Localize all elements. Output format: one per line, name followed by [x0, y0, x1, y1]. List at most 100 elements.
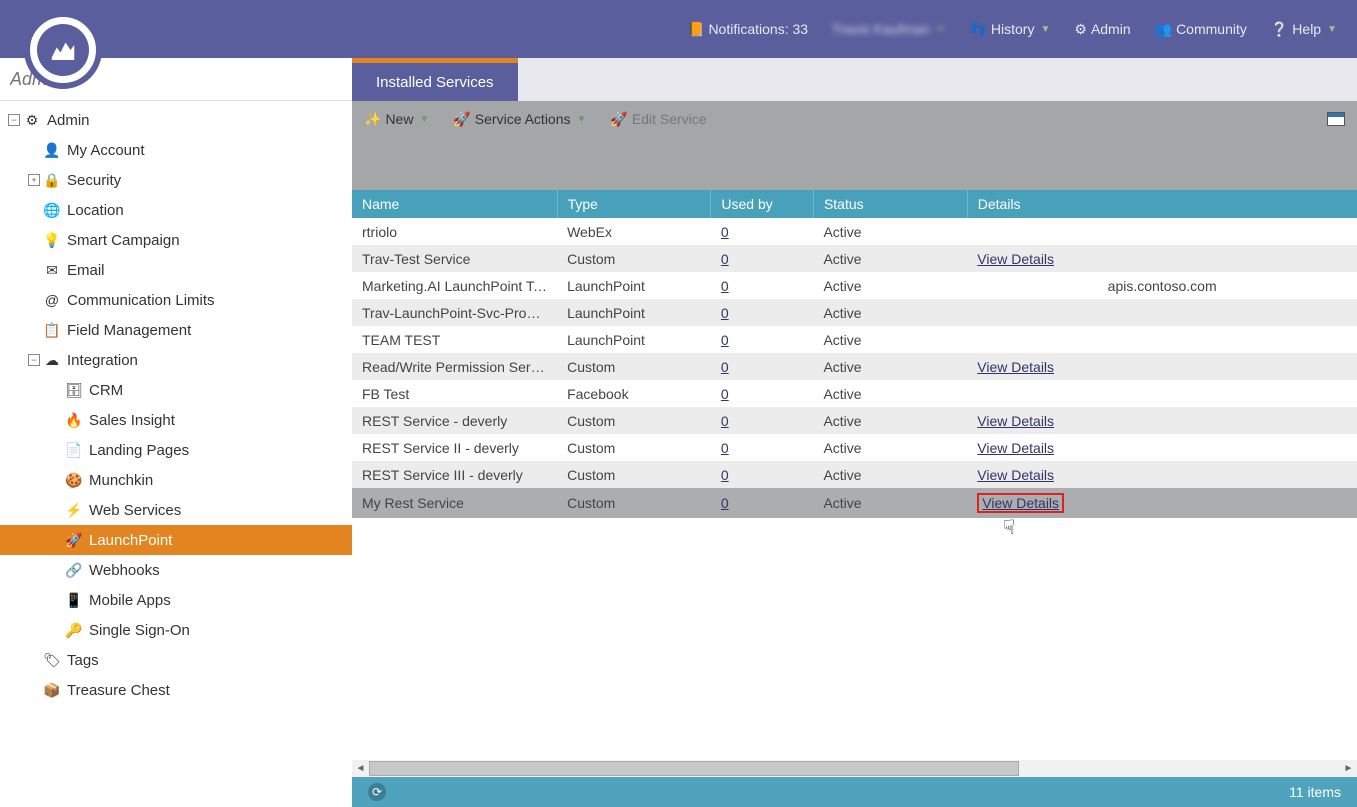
table-row[interactable]: REST Service III - deverlyCustom0ActiveV… — [352, 461, 1357, 488]
tree-item-mobile-apps[interactable]: 📱Mobile Apps — [0, 585, 352, 615]
view-details-link[interactable]: View Details — [977, 359, 1054, 375]
name-cell: FB Test — [352, 380, 557, 407]
service-actions-button[interactable]: 🚀Service Actions▼ — [453, 111, 586, 128]
toggle-placeholder — [28, 684, 40, 696]
used-by-link[interactable]: 0 — [721, 332, 729, 348]
tree-label: Munchkin — [89, 472, 352, 489]
view-details-link[interactable]: View Details — [977, 251, 1054, 267]
details-cell: apis.contoso.com — [967, 272, 1357, 299]
view-details-link[interactable]: View Details — [977, 440, 1054, 456]
tree-item-sales-insight[interactable]: 🔥Sales Insight — [0, 405, 352, 435]
community-link[interactable]: 👥Community — [1155, 21, 1247, 38]
tree-item-email[interactable]: ✉Email — [0, 255, 352, 285]
table-row[interactable]: Marketing.AI LaunchPoint Te…LaunchPoint0… — [352, 272, 1357, 299]
window-toggle-button[interactable] — [1327, 112, 1345, 126]
collapse-icon[interactable]: − — [28, 354, 40, 366]
used-by-link[interactable]: 0 — [721, 413, 729, 429]
tree-item-tags[interactable]: 🏷Tags — [0, 645, 352, 675]
table-row[interactable]: REST Service - deverlyCustom0ActiveView … — [352, 407, 1357, 434]
toggle-placeholder — [28, 264, 40, 276]
scroll-left-icon[interactable]: ◄ — [352, 760, 369, 777]
used-by-link[interactable]: 0 — [721, 440, 729, 456]
chevron-down-icon: ▼ — [577, 114, 587, 125]
used-by-link[interactable]: 0 — [721, 495, 729, 511]
view-details-link[interactable]: View Details — [982, 495, 1059, 511]
status-cell: Active — [813, 488, 967, 518]
details-cell: View Details — [967, 461, 1357, 488]
details-cell — [967, 299, 1357, 326]
tree-item-launchpoint[interactable]: 🚀LaunchPoint — [0, 525, 352, 555]
used-by-link[interactable]: 0 — [721, 467, 729, 483]
collapse-icon[interactable]: − — [8, 114, 20, 126]
edit-service-button: 🚀Edit Service — [610, 111, 706, 128]
col-header-status[interactable]: Status — [813, 190, 967, 218]
status-cell: Active — [813, 245, 967, 272]
admin-link[interactable]: ⚙Admin — [1074, 21, 1130, 38]
used-by-link[interactable]: 0 — [721, 278, 729, 294]
sales-insight-icon: 🔥 — [65, 412, 83, 429]
help-menu[interactable]: ❔Help▼ — [1271, 21, 1337, 38]
tree-item-admin[interactable]: −⚙Admin — [0, 105, 352, 135]
view-details-link[interactable]: View Details — [977, 467, 1054, 483]
status-cell: Active — [813, 380, 967, 407]
table-row[interactable]: Trav-Test ServiceCustom0ActiveView Detai… — [352, 245, 1357, 272]
used-by-link[interactable]: 0 — [721, 224, 729, 240]
history-menu[interactable]: 👣History▼ — [969, 21, 1050, 38]
help-icon: ❔ — [1271, 21, 1288, 38]
table-row[interactable]: TEAM TESTLaunchPoint0Active — [352, 326, 1357, 353]
my-account-icon: 👤 — [43, 142, 61, 159]
table-row[interactable]: REST Service II - deverlyCustom0ActiveVi… — [352, 434, 1357, 461]
toggle-placeholder — [50, 534, 62, 546]
top-bar: 📙Notifications: 33 Travis Kaufman▼ 👣Hist… — [0, 0, 1357, 58]
tree-item-landing-pages[interactable]: 📄Landing Pages — [0, 435, 352, 465]
table-row[interactable]: rtrioloWebEx0Active — [352, 218, 1357, 245]
type-cell: LaunchPoint — [557, 299, 711, 326]
col-header-used-by[interactable]: Used by — [711, 190, 814, 218]
used-by-link[interactable]: 0 — [721, 386, 729, 402]
scrollbar-thumb[interactable] — [369, 761, 1019, 776]
horizontal-scrollbar[interactable]: ◄ ► — [352, 760, 1357, 777]
view-details-link[interactable]: View Details — [977, 413, 1054, 429]
type-cell: Custom — [557, 245, 711, 272]
nav-tree: −⚙Admin 👤 My Account +🔒Security🌐Location💡Sm… — [0, 101, 352, 807]
tree-label: Integration — [67, 352, 352, 369]
status-cell: Active — [813, 326, 967, 353]
tree-item-integration[interactable]: −☁Integration — [0, 345, 352, 375]
tree-item-crm[interactable]: 🗄CRM — [0, 375, 352, 405]
tree-item-single-sign-on[interactable]: 🔑Single Sign-On — [0, 615, 352, 645]
table-row[interactable]: Trav-LaunchPoint-Svc-Prog-I…LaunchPoint0… — [352, 299, 1357, 326]
details-cell: View Details — [967, 434, 1357, 461]
col-header-type[interactable]: Type — [557, 190, 711, 218]
tab-installed-services[interactable]: Installed Services — [352, 58, 518, 101]
user-menu[interactable]: Travis Kaufman▼ — [832, 21, 945, 37]
tree-label: My Account — [67, 142, 352, 159]
expand-icon[interactable]: + — [28, 174, 40, 186]
col-header-details[interactable]: Details — [967, 190, 1357, 218]
tree-item-webhooks[interactable]: 🔗Webhooks — [0, 555, 352, 585]
tree-item-munchkin[interactable]: 🍪Munchkin — [0, 465, 352, 495]
col-header-name[interactable]: Name — [352, 190, 557, 218]
table-row[interactable]: My Rest ServiceCustom0ActiveView Details — [352, 488, 1357, 518]
tree-item-treasure-chest[interactable]: 📦Treasure Chest — [0, 675, 352, 705]
table-row[interactable]: FB TestFacebook0Active — [352, 380, 1357, 407]
tree-item-my-account[interactable]: 👤 My Account — [0, 135, 352, 165]
refresh-button[interactable]: ⟳ — [368, 783, 386, 801]
notifications-link[interactable]: 📙Notifications: 33 — [687, 21, 808, 38]
status-bar: ⟳ 11 items — [352, 777, 1357, 807]
tree-item-smart-campaign[interactable]: 💡Smart Campaign — [0, 225, 352, 255]
tree-item-field-management[interactable]: 📋Field Management — [0, 315, 352, 345]
email-icon: ✉ — [43, 262, 61, 279]
logo[interactable] — [8, 0, 118, 100]
tree-item-web-services[interactable]: ⚡Web Services — [0, 495, 352, 525]
scroll-right-icon[interactable]: ► — [1340, 760, 1357, 777]
used-by-link[interactable]: 0 — [721, 251, 729, 267]
used-by-link[interactable]: 0 — [721, 305, 729, 321]
tree-item-location[interactable]: 🌐Location — [0, 195, 352, 225]
tree-item-communication-limits[interactable]: @Communication Limits — [0, 285, 352, 315]
toggle-placeholder — [50, 504, 62, 516]
table-row[interactable]: Read/Write Permission Servi…Custom0Activ… — [352, 353, 1357, 380]
type-cell: Custom — [557, 407, 711, 434]
used-by-link[interactable]: 0 — [721, 359, 729, 375]
tree-item-security[interactable]: +🔒Security — [0, 165, 352, 195]
new-button[interactable]: ✨New▼ — [364, 111, 429, 128]
